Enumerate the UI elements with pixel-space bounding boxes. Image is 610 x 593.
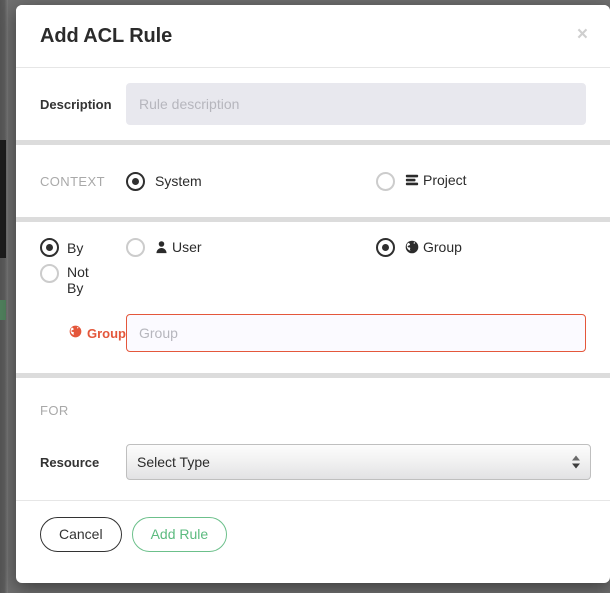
radio-indicator-unselected <box>126 238 145 257</box>
subject-row: By Not By User Group <box>16 222 610 307</box>
radio-subject-group-label: Group <box>423 238 462 255</box>
radio-context-system-label: System <box>155 173 202 189</box>
radio-indicator-selected <box>376 238 395 257</box>
for-section: FOR Resource Select Type <box>16 378 610 500</box>
page-title: Add ACL Rule <box>40 24 173 47</box>
radio-indicator-selected <box>126 171 145 191</box>
group-field-row: Group <box>16 307 610 373</box>
context-label: CONTEXT <box>40 173 105 189</box>
radio-subject-user[interactable]: User <box>126 238 376 257</box>
radio-context-project-label: Project <box>423 172 467 188</box>
dialog-footer: Cancel Add Rule <box>16 501 610 568</box>
resource-row: Resource Select Type <box>16 424 610 500</box>
radio-indicator-unselected <box>40 264 59 283</box>
cancel-button[interactable]: Cancel <box>40 517 122 552</box>
for-row: FOR <box>16 378 610 424</box>
add-rule-button[interactable]: Add Rule <box>131 517 228 552</box>
resource-select-wrapper: Select Type <box>126 444 591 480</box>
radio-mode-not-by[interactable]: Not By <box>40 264 126 296</box>
backdrop-left-panel <box>0 140 6 258</box>
group-field-label: Group <box>40 325 126 341</box>
radio-subject-group[interactable]: Group <box>376 238 462 257</box>
subject-section: By Not By User Group Group Group <box>16 222 610 373</box>
dialog-header: Add ACL Rule × <box>16 5 610 67</box>
context-section: CONTEXT System Project <box>16 145 610 217</box>
description-input[interactable] <box>126 83 586 125</box>
radio-mode-by[interactable]: By <box>40 238 126 257</box>
radio-subject-user-label: User <box>172 238 202 255</box>
radio-context-system[interactable]: System <box>126 171 376 191</box>
radio-indicator-unselected <box>376 171 395 191</box>
group-field-label-text: Group <box>87 325 126 341</box>
group-input[interactable] <box>126 314 586 352</box>
globe-icon <box>405 240 419 257</box>
backdrop-left-accent <box>0 300 6 320</box>
radio-indicator-selected <box>40 238 59 257</box>
user-icon <box>155 240 168 257</box>
add-acl-rule-dialog: Add ACL Rule × Description CONTEXT Syste… <box>16 5 610 583</box>
for-label: FOR <box>40 403 69 418</box>
radio-context-project[interactable]: Project <box>376 171 467 191</box>
radio-mode-not-by-label: Not By <box>67 264 89 296</box>
server-stack-icon <box>405 173 419 190</box>
radio-mode-by-label: By <box>67 239 84 256</box>
description-row: Description <box>16 68 610 140</box>
resource-select[interactable]: Select Type <box>126 444 591 480</box>
close-icon[interactable]: × <box>573 23 592 46</box>
by-mode-group: By Not By <box>40 238 126 296</box>
description-section: Description <box>16 68 610 140</box>
backdrop-left-edge <box>0 0 8 593</box>
globe-icon <box>69 325 82 341</box>
context-row: CONTEXT System Project <box>16 145 610 217</box>
resource-label: Resource <box>40 454 100 470</box>
description-label: Description <box>40 96 112 112</box>
